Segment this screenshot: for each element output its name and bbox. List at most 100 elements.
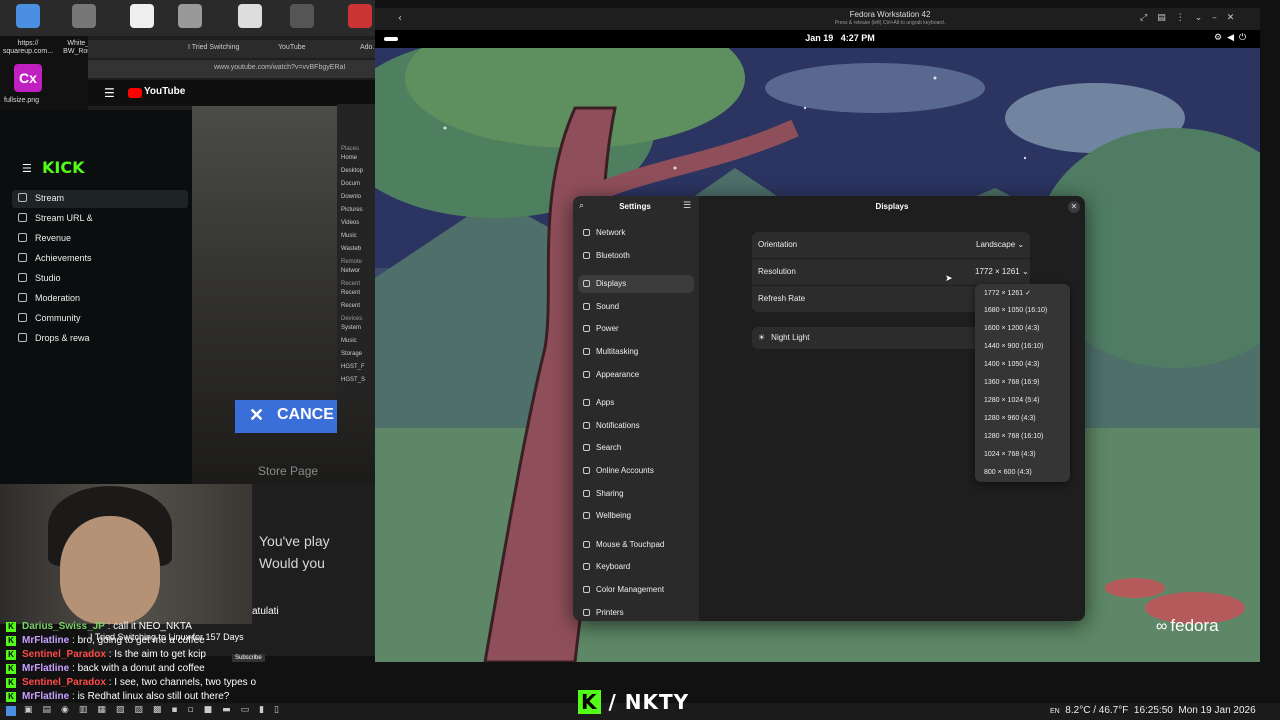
chat-username[interactable]: MrFlatline: [22, 691, 69, 702]
resolution-option[interactable]: 1600 × 1200 (4:3): [984, 325, 1039, 332]
file-sidebar-item[interactable]: Networ: [341, 268, 360, 274]
resolution-option[interactable]: 1360 × 768 (16:9): [984, 379, 1039, 386]
night-light-row[interactable]: ☀ Night Light: [758, 333, 809, 342]
kick-logo[interactable]: KICK: [42, 158, 85, 177]
settings-nav-item[interactable]: Search: [578, 439, 694, 457]
subscribe-button[interactable]: Subscribe: [232, 654, 265, 662]
cancel-button[interactable]: ✕ CANCE: [235, 400, 337, 433]
resolution-option[interactable]: 1680 × 1050 (16:10): [984, 307, 1047, 314]
settings-nav-item[interactable]: Keyboard: [578, 558, 694, 576]
file-sidebar-item[interactable]: Wasteb: [341, 246, 361, 252]
kick-nav-label: Drops & rewa: [35, 333, 90, 343]
nav-icon: [18, 293, 27, 302]
close-icon[interactable]: ✕: [1068, 201, 1080, 213]
youtube-logo-icon[interactable]: [128, 88, 142, 98]
chat-username[interactable]: Sentinel_Paradox: [22, 677, 106, 688]
file-sidebar-item[interactable]: Recent: [341, 290, 360, 296]
chat-username[interactable]: MrFlatline: [22, 635, 69, 646]
desktop-app-icon[interactable]: [348, 4, 372, 28]
file-sidebar-item[interactable]: HGST_F: [341, 364, 365, 370]
settings-nav-item[interactable]: Printers: [578, 604, 694, 622]
kick-nav-item[interactable]: Community: [18, 313, 81, 323]
settings-nav-item[interactable]: Notifications: [578, 417, 694, 435]
vm-window-controls[interactable]: ⤢▤⋮⌄–✕: [1140, 13, 1244, 23]
desktop-app-icon[interactable]: [290, 4, 314, 28]
resolution-option[interactable]: 1400 × 1050 (4:3): [984, 361, 1039, 368]
resolution-option[interactable]: 800 × 600 (4:3): [984, 469, 1032, 476]
settings-nav-item[interactable]: Sound: [578, 298, 694, 316]
cx-app-icon[interactable]: Cx: [14, 64, 42, 92]
resolution-option[interactable]: 1772 × 1261 ✓: [984, 289, 1031, 297]
taskbar-app-icons[interactable]: ▣▤◉▥▦▧▨▩▪▫■▬▭▮▯: [24, 705, 289, 715]
start-icon[interactable]: [6, 706, 16, 716]
resolution-option[interactable]: 1440 × 900 (16:10): [984, 343, 1043, 350]
settings-nav-item[interactable]: Network: [578, 224, 694, 242]
settings-nav-item[interactable]: Appearance: [578, 366, 694, 384]
settings-nav-label: Appearance: [596, 369, 640, 379]
kick-nav-item[interactable]: Stream URL &: [18, 213, 93, 223]
resolution-option[interactable]: 1280 × 1024 (5:4): [984, 397, 1039, 404]
kick-nav-item[interactable]: Studio: [18, 273, 61, 283]
file-sidebar-item[interactable]: Recent: [341, 303, 360, 309]
file-sidebar-item[interactable]: Videos: [341, 220, 359, 226]
orientation-dropdown[interactable]: Landscape ⌄: [976, 240, 1024, 249]
resolution-option[interactable]: 1280 × 960 (4:3): [984, 415, 1036, 422]
settings-nav-label: Online Accounts: [596, 466, 654, 475]
gnome-clock[interactable]: Jan 19 4:27 PM: [760, 33, 920, 43]
kick-nav-item[interactable]: Revenue: [18, 233, 71, 243]
kick-badge-icon: K: [6, 622, 16, 632]
hamburger-menu-icon[interactable]: ☰: [683, 201, 691, 211]
chevron-down-icon: ⌄: [1017, 240, 1025, 249]
displays-title: Displays: [875, 202, 909, 211]
desktop-app-icon[interactable]: [178, 4, 202, 28]
file-sidebar-item[interactable]: Pictures: [341, 207, 363, 213]
settings-nav-item[interactable]: Sharing: [578, 485, 694, 503]
file-sidebar-item[interactable]: Music: [341, 338, 357, 344]
kick-nav-item[interactable]: Achievements: [18, 253, 92, 263]
desktop-app-icon[interactable]: [16, 4, 40, 28]
file-sidebar-item[interactable]: Docum: [341, 181, 360, 187]
settings-nav-item[interactable]: Apps: [578, 394, 694, 412]
nav-icon: [583, 325, 590, 333]
browser-tab-2[interactable]: YouTube: [278, 44, 306, 51]
resolution-dropdown[interactable]: 1772 × 1261 ⌄: [975, 267, 1029, 276]
settings-nav-item[interactable]: Mouse & Touchpad: [578, 536, 694, 554]
desktop-app-icon[interactable]: [130, 4, 154, 28]
activities-indicator[interactable]: [384, 37, 398, 41]
file-sidebar-item[interactable]: Desktop: [341, 168, 363, 174]
chat-username[interactable]: MrFlatline: [22, 663, 69, 674]
kick-nav-item[interactable]: Moderation: [18, 293, 80, 303]
system-tray[interactable]: EN 8.2°C / 46.7°F 16:25:50 Mon 19 Jan 20…: [1050, 705, 1256, 716]
system-status-icons[interactable]: ⚙◀⏻: [1214, 33, 1251, 43]
file-sidebar-item[interactable]: System: [341, 325, 361, 331]
mouse-cursor-icon: ➤: [945, 274, 953, 284]
file-sidebar-item[interactable]: Home: [341, 155, 357, 161]
settings-nav-item[interactable]: Bluetooth: [578, 247, 694, 265]
resolution-option[interactable]: 1280 × 768 (16:10): [984, 433, 1043, 440]
file-sidebar-item[interactable]: Music: [341, 233, 357, 239]
kick-menu-icon[interactable]: ☰: [22, 162, 32, 175]
search-icon[interactable]: ⌕: [579, 201, 584, 211]
file-sidebar-item[interactable]: Storage: [341, 351, 362, 357]
settings-nav-item[interactable]: Color Management: [578, 581, 694, 599]
address-bar[interactable]: www.youtube.com/watch?v=vvBFbgyERaI: [88, 60, 378, 78]
file-sidebar-item[interactable]: HGST_S: [341, 377, 365, 383]
resolution-option[interactable]: 1024 × 768 (4:3): [984, 451, 1036, 458]
store-page-link[interactable]: Store Page: [258, 464, 318, 478]
vm-back-icon[interactable]: ‹: [398, 13, 402, 24]
browser-tab-1[interactable]: I Tried Switching: [188, 44, 239, 51]
chat-username[interactable]: Sentinel_Paradox: [22, 649, 106, 660]
desktop-app-icon[interactable]: [238, 4, 262, 28]
kick-nav-item[interactable]: Stream: [18, 193, 64, 203]
file-sidebar-item[interactable]: Downlo: [341, 194, 361, 200]
kick-nav-item[interactable]: Drops & rewa: [18, 333, 90, 343]
menu-icon[interactable]: ☰: [104, 86, 115, 100]
settings-nav-item[interactable]: Wellbeing: [578, 507, 694, 525]
settings-nav-item[interactable]: Displays: [578, 275, 694, 294]
desktop-app-icon[interactable]: [72, 4, 96, 28]
clock-time: 4:27 PM: [840, 33, 875, 43]
settings-nav-item[interactable]: Online Accounts: [578, 462, 694, 480]
chat-username[interactable]: Darius_Swiss_JP: [22, 621, 105, 632]
settings-nav-item[interactable]: Multitasking: [578, 343, 694, 361]
settings-nav-item[interactable]: Power: [578, 320, 694, 338]
